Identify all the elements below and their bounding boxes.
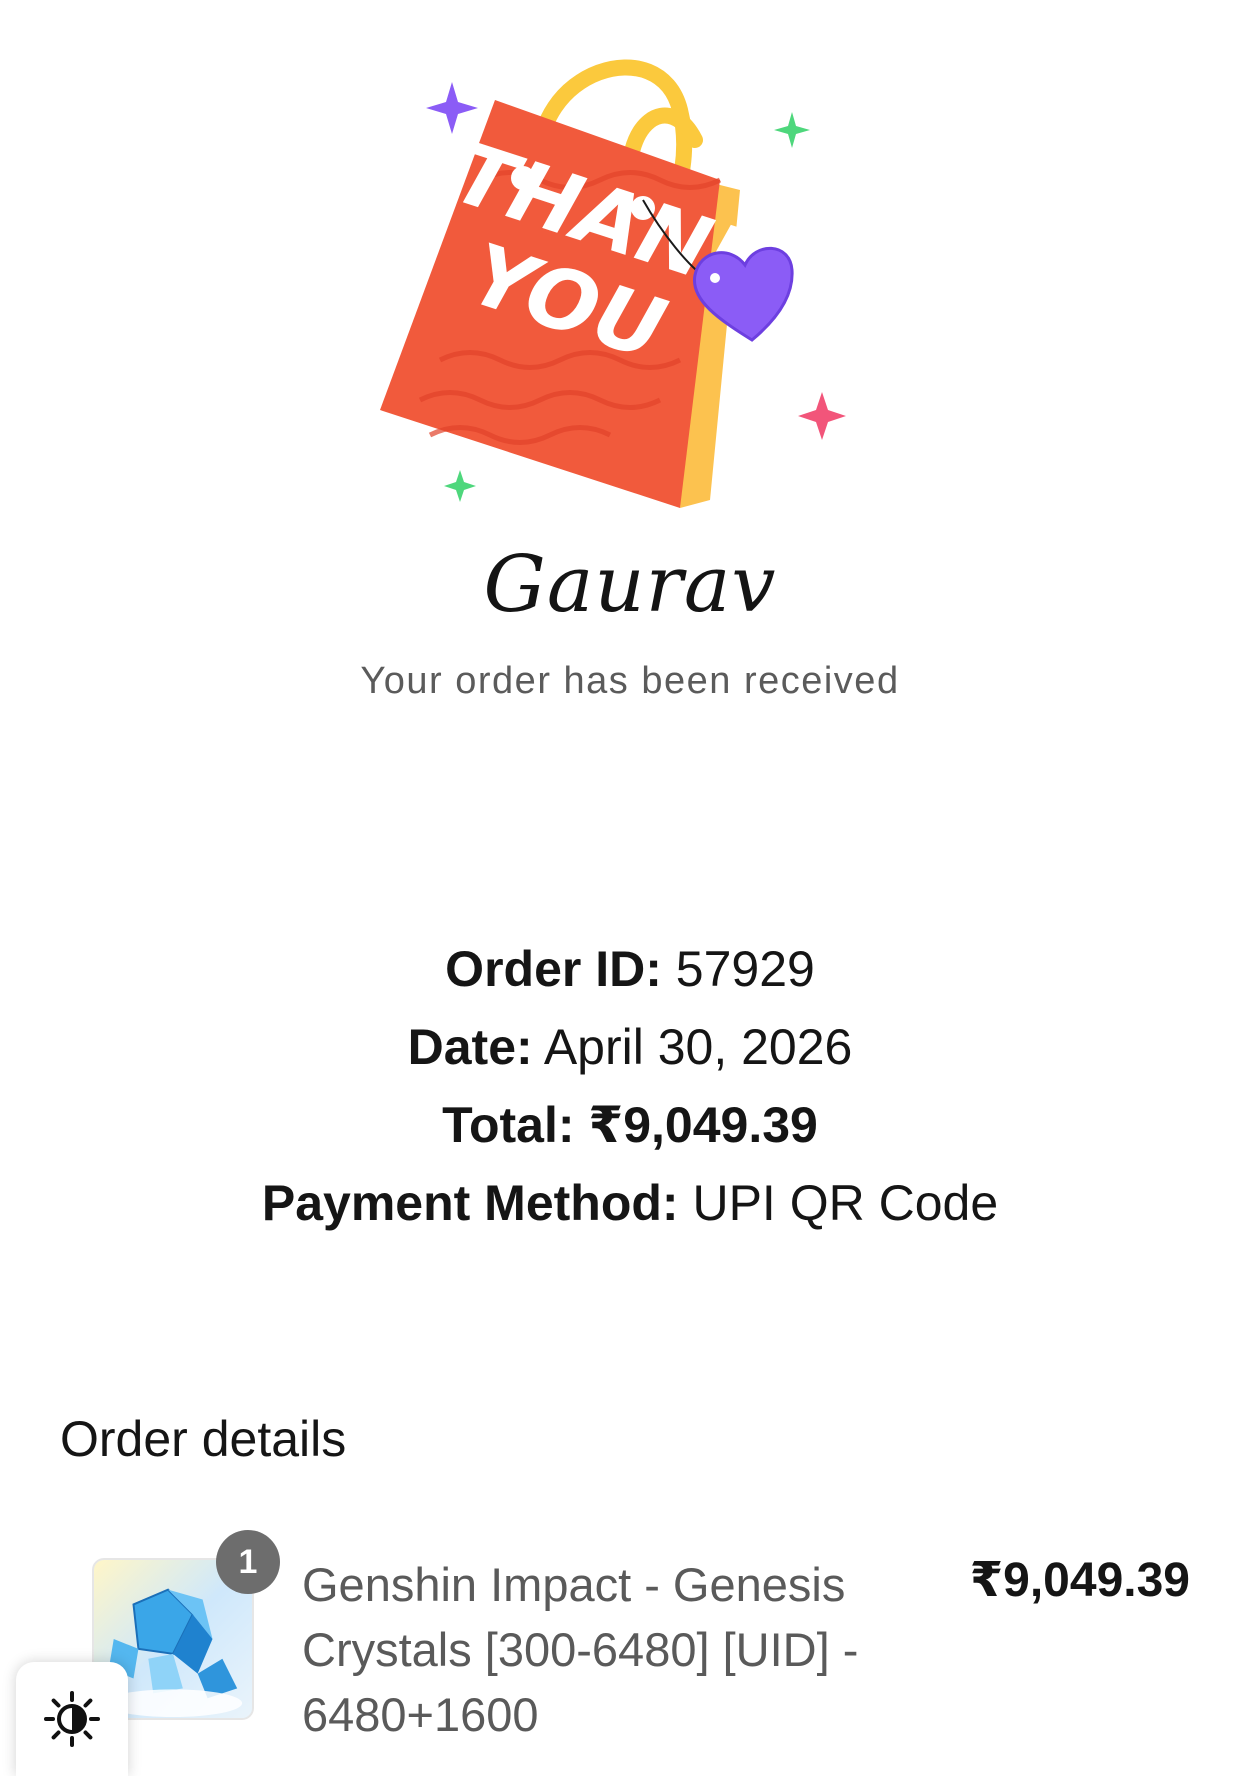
quantity-badge: 1: [216, 1530, 280, 1594]
sparkle-green-small-icon: [444, 470, 476, 502]
theme-toggle-button[interactable]: [16, 1662, 128, 1776]
sparkle-green-icon: [774, 112, 810, 148]
date-row: Date: April 30, 2026: [0, 1008, 1260, 1086]
item-name[interactable]: Genshin Impact - Genesis Crystals [300-6…: [302, 1552, 922, 1747]
payment-method-label: Payment Method:: [261, 1175, 679, 1231]
date-value: April 30, 2026: [543, 1019, 853, 1075]
date-label: Date:: [407, 1019, 533, 1075]
contrast-sun-icon: [44, 1691, 100, 1747]
order-summary: Order ID: 57929 Date: April 30, 2026 Tot…: [0, 930, 1260, 1242]
total-row: Total: ₹9,049.39: [0, 1086, 1260, 1164]
item-price: ₹9,049.39: [969, 1554, 1190, 1607]
customer-name: Gaurav: [483, 540, 777, 630]
order-id-row: Order ID: 57929: [0, 930, 1260, 1008]
total-label: Total:: [442, 1097, 575, 1153]
payment-method-value: UPI QR Code: [692, 1175, 999, 1231]
order-line-item[interactable]: 1 Genshin Impact - Genesis Crystals [300…: [90, 1530, 1190, 1770]
order-status-text: Your order has been received: [360, 660, 900, 702]
payment-method-row: Payment Method: UPI QR Code: [0, 1164, 1260, 1242]
thank-you-illustration: THANK YOU: [360, 30, 900, 520]
sparkle-purple-icon: [426, 82, 478, 134]
total-value: ₹9,049.39: [588, 1097, 818, 1153]
order-id-value: 57929: [675, 941, 815, 997]
order-id-label: Order ID:: [445, 941, 662, 997]
sparkle-pink-icon: [798, 392, 846, 440]
order-details-heading: Order details: [60, 1411, 347, 1467]
